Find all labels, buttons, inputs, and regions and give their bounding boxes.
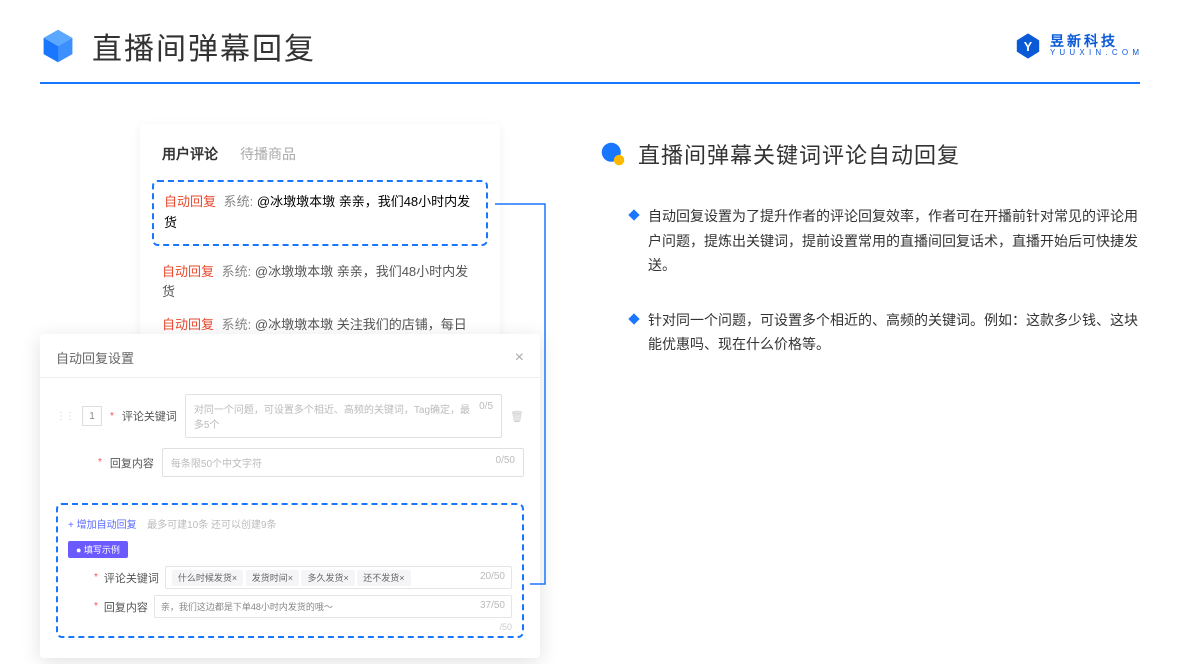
tab-user-comments[interactable]: 用户评论 [162, 144, 218, 164]
content-row: * 回复内容 每条限50个中文字符 0/50 [56, 448, 524, 477]
highlighted-comment: 自动回复 系统: @冰墩墩本墩 亲亲，我们48小时内发货 [152, 180, 488, 246]
content-input[interactable]: 每条限50个中文字符 0/50 [162, 448, 524, 477]
add-auto-reply-link[interactable]: + 增加自动回复 [68, 520, 137, 531]
keyword-input[interactable]: 对同一个问题，可设置多个相近、高频的关键词，Tag确定，最多5个 0/5 [185, 394, 502, 438]
example-content-row: * 回复内容 亲，我们这边都是下单48小时内发货的哦～ 37/50 [68, 595, 512, 618]
keyword-label: 评论关键词 [122, 408, 177, 424]
tag-chip[interactable]: 多久发货× [301, 570, 354, 586]
brand-logo: Y 昱新科技 Y U U X I N . C O M [1014, 32, 1140, 60]
svg-text:Y: Y [1024, 40, 1033, 54]
content: 用户评论 待播商品 自动回复 系统: @冰墩墩本墩 亲亲，我们48小时内发货 自… [0, 84, 1180, 604]
section-title: 直播间弹幕关键词评论自动回复 [638, 138, 960, 170]
trash-icon[interactable]: 🗑 [510, 410, 524, 423]
chat-bubble-icon [600, 141, 626, 167]
diamond-icon [628, 313, 639, 324]
tag-chip[interactable]: 发货时间× [246, 570, 299, 586]
close-icon[interactable]: × [515, 349, 524, 367]
page-header: 直播间弹幕回复 Y 昱新科技 Y U U X I N . C O M [0, 0, 1180, 68]
screenshot-column: 用户评论 待播商品 自动回复 系统: @冰墩墩本墩 亲亲，我们48小时内发货 自… [40, 124, 540, 604]
comment-tabs: 用户评论 待播商品 [140, 144, 500, 164]
brand-subtitle: Y U U X I N . C O M [1050, 49, 1140, 58]
example-keyword-row: * 评论关键词 什么时候发货× 发货时间× 多久发货× 还不发货× 20/50 [68, 566, 512, 589]
modal-body: ⋮⋮ 1 * 评论关键词 对同一个问题，可设置多个相近、高频的关键词，Tag确定… [40, 378, 540, 495]
tag-chip[interactable]: 还不发货× [357, 570, 410, 586]
outer-counter: /50 [499, 622, 512, 632]
add-hint: 最多可建10条 还可以创建9条 [147, 520, 276, 531]
bullet-2: 针对同一个问题，可设置多个相近的、高频的关键词。例如：这款多少钱、这块能优惠吗、… [600, 308, 1140, 357]
example-box: + 增加自动回复 最多可建10条 还可以创建9条 ● 填写示例 * 评论关键词 … [56, 503, 524, 638]
keyword-row: ⋮⋮ 1 * 评论关键词 对同一个问题，可设置多个相近、高频的关键词，Tag确定… [56, 394, 524, 438]
comment-line-2: 自动回复 系统: @冰墩墩本墩 亲亲，我们48小时内发货 [140, 256, 500, 310]
diamond-icon [628, 209, 639, 220]
tag-chip[interactable]: 什么时候发货× [172, 570, 243, 586]
system-label: 系统: [224, 194, 254, 209]
page-title: 直播间弹幕回复 [92, 24, 316, 68]
drag-handle-icon[interactable]: ⋮⋮ [56, 411, 74, 422]
auto-reply-settings-modal: 自动回复设置 × ⋮⋮ 1 * 评论关键词 对同一个问题，可设置多个相近、高频的… [40, 334, 540, 658]
auto-reply-tag: 自动回复 [164, 194, 216, 209]
modal-header: 自动回复设置 × [40, 348, 540, 378]
bullet-text: 针对同一个问题，可设置多个相近的、高频的关键词。例如：这款多少钱、这块能优惠吗、… [648, 308, 1140, 357]
content-label: 回复内容 [110, 455, 154, 471]
description-column: 直播间弹幕关键词评论自动回复 自动回复设置为了提升作者的评论回复效率，作者可在开… [600, 124, 1140, 604]
cube-icon [40, 28, 76, 64]
tab-pending-products[interactable]: 待播商品 [240, 144, 296, 164]
example-content-input[interactable]: 亲，我们这边都是下单48小时内发货的哦～ 37/50 [154, 595, 512, 618]
index-box: 1 [82, 406, 102, 426]
brand-text: 昱新科技 Y U U X I N . C O M [1050, 34, 1140, 58]
bullet-1: 自动回复设置为了提升作者的评论回复效率，作者可在开播前针对常见的评论用户问题，提… [600, 204, 1140, 278]
section-header: 直播间弹幕关键词评论自动回复 [600, 138, 1140, 170]
header-left: 直播间弹幕回复 [40, 24, 316, 68]
bullet-text: 自动回复设置为了提升作者的评论回复效率，作者可在开播前针对常见的评论用户问题，提… [648, 204, 1140, 278]
brand-hex-icon: Y [1014, 32, 1042, 60]
add-auto-reply-row: + 增加自动回复 最多可建10条 还可以创建9条 [68, 515, 512, 533]
brand-name: 昱新科技 [1050, 34, 1140, 49]
tag-container: 什么时候发货× 发货时间× 多久发货× 还不发货× [172, 571, 411, 584]
modal-title: 自动回复设置 [56, 348, 134, 367]
example-keyword-input[interactable]: 什么时候发货× 发货时间× 多久发货× 还不发货× 20/50 [165, 566, 512, 589]
example-badge: ● 填写示例 [68, 541, 128, 558]
required-dot: * [110, 411, 114, 422]
